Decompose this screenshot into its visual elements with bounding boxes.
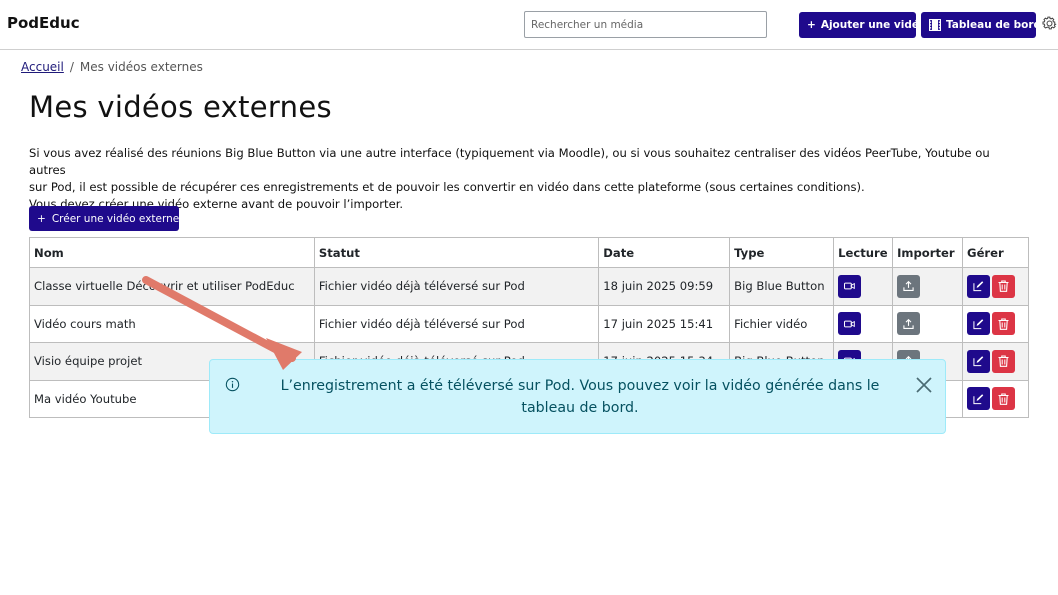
gear-icon[interactable] bbox=[1041, 15, 1058, 32]
play-cell bbox=[833, 267, 894, 306]
success-toast: L’enregistrement a été téléversé sur Pod… bbox=[209, 359, 946, 434]
import-button[interactable] bbox=[897, 312, 921, 336]
delete-button[interactable] bbox=[992, 312, 1016, 336]
edit-icon bbox=[973, 318, 984, 329]
table-row: Classe virtuelle Découvrir et utiliser P… bbox=[29, 267, 1029, 306]
create-external-video-label: Créer une vidéo externe bbox=[51, 212, 180, 225]
search-input[interactable] bbox=[524, 11, 767, 38]
import-cell bbox=[892, 267, 964, 306]
plus-icon: + bbox=[37, 212, 46, 225]
column-header-manage: Gérer bbox=[962, 237, 1029, 268]
video-camera-icon bbox=[844, 320, 855, 328]
site-brand[interactable]: PodEduc bbox=[7, 14, 80, 32]
intro-line: sur Pod, il est possible de récupérer ce… bbox=[29, 180, 865, 194]
column-header-play: Lecture bbox=[833, 237, 894, 268]
edit-button[interactable] bbox=[967, 387, 991, 411]
video-name: Classe virtuelle Découvrir et utiliser P… bbox=[29, 267, 315, 306]
play-button[interactable] bbox=[838, 312, 862, 336]
edit-button[interactable] bbox=[967, 274, 991, 298]
manage-cell bbox=[962, 267, 1029, 306]
info-icon bbox=[225, 377, 240, 392]
import-button[interactable] bbox=[897, 274, 921, 298]
video-date: 18 juin 2025 09:59 bbox=[598, 267, 731, 306]
trash-icon bbox=[998, 280, 1009, 293]
column-header-import: Importer bbox=[892, 237, 964, 268]
close-icon bbox=[916, 377, 932, 393]
delete-button[interactable] bbox=[992, 387, 1016, 411]
delete-button[interactable] bbox=[992, 274, 1016, 298]
trash-icon bbox=[998, 318, 1009, 330]
table-row: Vidéo cours math Fichier vidéo déjà télé… bbox=[29, 304, 1029, 343]
edit-icon bbox=[973, 393, 984, 404]
upload-icon bbox=[903, 281, 914, 292]
toast-message-line: tableau de bord. bbox=[521, 400, 639, 416]
video-date: 17 juin 2025 15:41 bbox=[598, 304, 731, 343]
table-header-row: Nom Statut Date Type Lecture Importer Gé… bbox=[29, 237, 1029, 268]
video-name: Vidéo cours math bbox=[29, 304, 315, 343]
toast-close-button[interactable] bbox=[915, 376, 933, 394]
trash-icon bbox=[998, 393, 1009, 405]
column-header-date: Date bbox=[598, 237, 731, 268]
trash-icon bbox=[998, 355, 1009, 368]
breadcrumb-home-link[interactable]: Accueil bbox=[21, 60, 64, 74]
upload-icon bbox=[903, 318, 914, 329]
intro-line: Si vous avez réalisé des réunions Big Bl… bbox=[29, 146, 990, 177]
top-navbar: PodEduc + Ajouter une vidéo Tableau de b… bbox=[0, 0, 1058, 50]
plus-icon: + bbox=[807, 19, 816, 31]
import-cell bbox=[892, 304, 964, 343]
video-status: Fichier vidéo déjà téléversé sur Pod bbox=[313, 304, 600, 343]
film-icon bbox=[929, 19, 941, 31]
video-status: Fichier vidéo déjà téléversé sur Pod bbox=[313, 267, 600, 306]
delete-button[interactable] bbox=[992, 349, 1016, 373]
manage-cell bbox=[962, 379, 1029, 418]
create-external-video-button[interactable]: + Créer une vidéo externe bbox=[29, 206, 179, 231]
dashboard-label: Tableau de bord bbox=[946, 19, 1042, 31]
intro-line: Vous devez créer une vidéo externe avant… bbox=[29, 197, 404, 211]
column-header-status: Statut bbox=[313, 237, 600, 268]
column-header-type: Type bbox=[729, 237, 835, 268]
video-type: Big Blue Button bbox=[729, 267, 835, 306]
toast-message: L’enregistrement a été téléversé sur Pod… bbox=[260, 375, 900, 419]
edit-button[interactable] bbox=[967, 349, 991, 373]
manage-cell bbox=[962, 342, 1029, 381]
column-header-name: Nom bbox=[29, 237, 315, 268]
breadcrumb: Accueil / Mes vidéos externes bbox=[21, 60, 203, 74]
breadcrumb-separator: / bbox=[69, 60, 74, 74]
manage-cell bbox=[962, 304, 1029, 343]
play-button[interactable] bbox=[838, 274, 862, 298]
play-cell bbox=[833, 304, 894, 343]
toast-message-line: L’enregistrement a été téléversé sur Pod… bbox=[280, 378, 880, 394]
dashboard-button[interactable]: Tableau de bord bbox=[921, 12, 1041, 38]
video-camera-icon bbox=[844, 282, 855, 290]
add-video-label: Ajouter une vidéo bbox=[820, 19, 927, 31]
page-title: Mes vidéos externes bbox=[29, 90, 332, 124]
video-type: Fichier vidéo bbox=[729, 304, 835, 343]
edit-icon bbox=[973, 356, 984, 367]
edit-icon bbox=[973, 281, 984, 292]
breadcrumb-current: Mes vidéos externes bbox=[79, 60, 203, 74]
edit-button[interactable] bbox=[967, 312, 991, 336]
add-video-button[interactable]: + Ajouter une vidéo bbox=[799, 12, 926, 38]
intro-text: Si vous avez réalisé des réunions Big Bl… bbox=[29, 145, 1029, 213]
